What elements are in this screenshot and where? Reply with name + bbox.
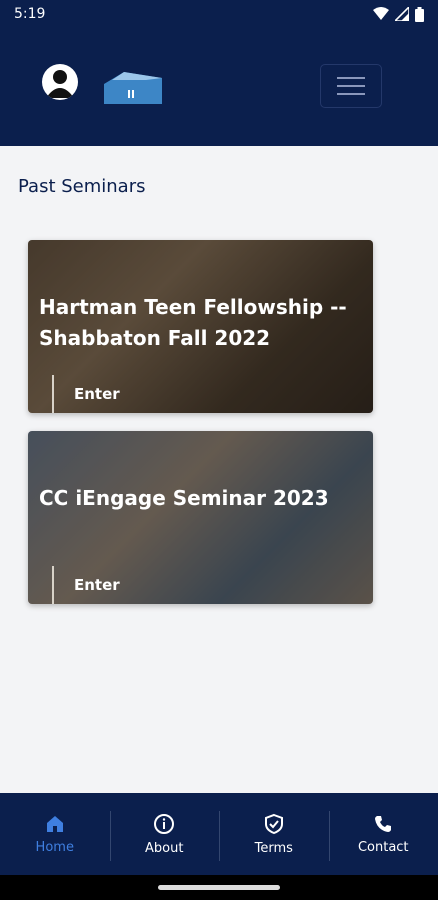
status-bar: 5:19 (0, 0, 438, 28)
nav-label: Contact (357, 839, 409, 855)
status-time: 5:19 (14, 6, 46, 22)
user-avatar-icon[interactable] (42, 64, 78, 100)
phone-icon (375, 815, 392, 832)
hamburger-menu-button[interactable] (320, 64, 382, 108)
seminar-card[interactable]: CC iEngage Seminar 2023 Enter (28, 431, 373, 604)
enter-label: Enter (74, 385, 120, 403)
nav-item-terms[interactable]: Terms (219, 793, 329, 875)
home-icon (46, 815, 63, 832)
app-header (0, 28, 438, 146)
hamburger-icon-line (337, 93, 365, 95)
seminar-title: CC iEngage Seminar 2023 (39, 486, 329, 510)
enter-button[interactable]: Enter (52, 375, 120, 413)
hamburger-icon-line (337, 77, 365, 79)
status-icons (373, 6, 424, 22)
section-title: Past Seminars (18, 176, 146, 197)
shield-check-icon (264, 813, 283, 834)
nav-label: Home (35, 839, 74, 855)
hamburger-icon-line (337, 85, 365, 87)
battery-icon (415, 6, 424, 22)
nav-item-about[interactable]: About (109, 793, 220, 875)
nav-label: About (145, 840, 184, 856)
nav-item-contact[interactable]: Contact (328, 793, 438, 875)
bottom-nav: Home About Terms Contact (0, 793, 438, 875)
nav-item-home[interactable]: Home (0, 793, 110, 875)
seminar-card[interactable]: Hartman Teen Fellowship -- Shabbaton Fal… (28, 240, 373, 413)
info-icon (154, 813, 175, 834)
gesture-handle[interactable] (158, 885, 280, 890)
nav-label: Terms (254, 840, 293, 856)
wifi-icon (373, 7, 389, 20)
enter-button[interactable]: Enter (52, 566, 120, 604)
building-logo-icon[interactable] (104, 70, 162, 104)
enter-label: Enter (74, 576, 120, 594)
seminar-title: Hartman Teen Fellowship -- Shabbaton Fal… (39, 295, 347, 350)
signal-icon (395, 7, 409, 21)
